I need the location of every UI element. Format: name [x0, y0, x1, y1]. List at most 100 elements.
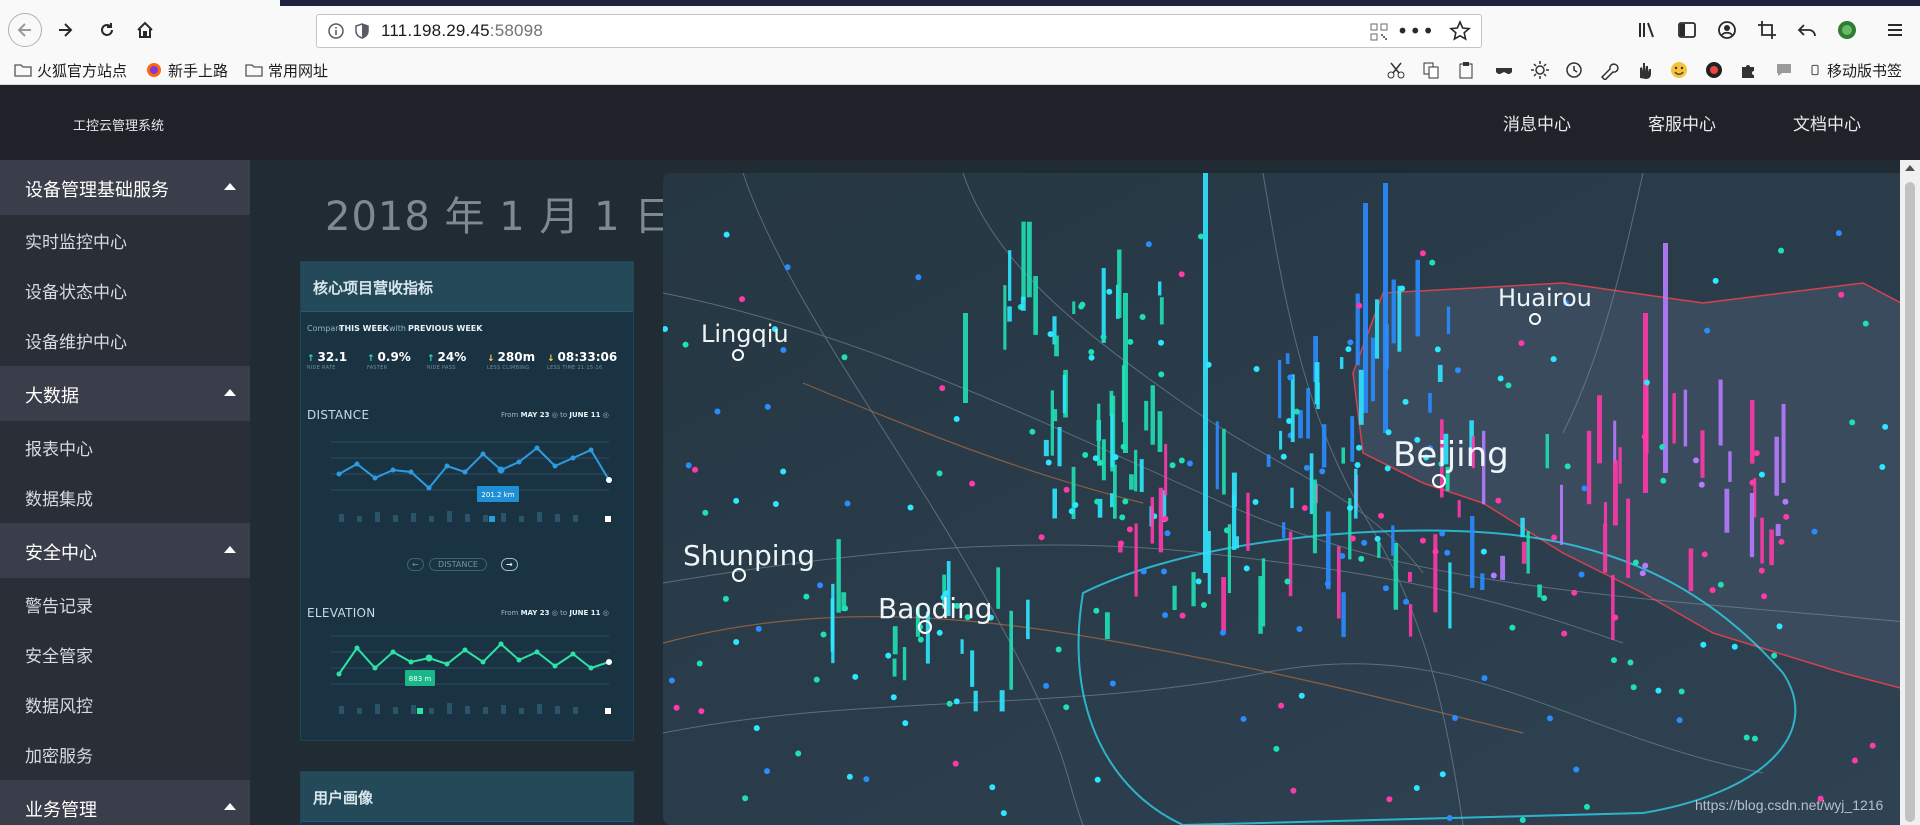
map-bar [1350, 416, 1355, 462]
map-dot [1612, 614, 1619, 621]
copy-icon[interactable] [1421, 60, 1441, 80]
nav-message-center[interactable]: 消息中心 [1503, 110, 1571, 135]
map-dot [1356, 302, 1363, 309]
scrollbar-thumb[interactable] [1905, 182, 1915, 822]
distance-range[interactable]: From MAY 23 ◎ to JUNE 11 ◎ [501, 411, 609, 419]
elevation-title: ELEVATION [307, 606, 376, 620]
sidebar-item-security-manager[interactable]: 安全管家 [25, 642, 93, 667]
panel-header: 用户画像 [301, 772, 633, 822]
sidebar-item-encryption[interactable]: 加密服务 [25, 742, 93, 767]
back-icon[interactable] [8, 13, 42, 47]
map-dot [1158, 339, 1165, 346]
map-bar [1215, 421, 1219, 490]
menu-icon[interactable] [1884, 19, 1906, 41]
map-dot [1178, 271, 1185, 278]
sidebar-item-device-maintenance[interactable]: 设备维护中心 [25, 328, 127, 353]
sidebar-item-reports[interactable]: 报表中心 [25, 435, 93, 460]
sidebar-item-realtime-monitor[interactable]: 实时监控中心 [25, 228, 127, 253]
map-bar [1203, 173, 1208, 573]
map-bar [1618, 447, 1622, 484]
this-week-select[interactable]: THIS WEEK [339, 324, 389, 333]
home-icon[interactable] [128, 13, 162, 47]
map-dot [1704, 327, 1711, 334]
map-dot [1179, 612, 1186, 619]
with-label: with [389, 324, 406, 333]
sidebar-toggle-icon[interactable] [1676, 19, 1698, 41]
history-icon[interactable] [1564, 60, 1584, 80]
undo-icon[interactable] [1796, 19, 1818, 41]
map-dot [668, 677, 675, 684]
bookmark-item[interactable]: 新手上路 [145, 58, 228, 82]
page-actions-icon[interactable]: ••• [1397, 19, 1435, 43]
wrench-icon[interactable] [1599, 60, 1619, 82]
map-bar [973, 690, 978, 712]
map-dot [1541, 595, 1548, 602]
bookmark-item[interactable]: 常用网址 [245, 58, 328, 82]
sidebar-item-device-status[interactable]: 设备状态中心 [25, 278, 127, 303]
sidebar-item-data-risk[interactable]: 数据风控 [25, 692, 93, 717]
scissors-icon[interactable] [1386, 60, 1406, 80]
reload-icon[interactable] [90, 13, 124, 47]
map-bar [1021, 221, 1026, 301]
sidebar-section-bigdata[interactable]: 大数据 [0, 366, 250, 421]
previous-week-select[interactable]: PREVIOUS WEEK [408, 324, 482, 333]
map-bar [1663, 243, 1668, 473]
crop-screenshot-icon[interactable] [1756, 19, 1778, 41]
map-bar [892, 626, 898, 655]
url-bar[interactable]: 111.198.29.45:58098 ••• [316, 14, 1482, 48]
sidebar-item-alert-log[interactable]: 警告记录 [25, 592, 93, 617]
forward-icon[interactable] [48, 13, 82, 47]
map-dot [1384, 465, 1391, 472]
info-icon[interactable] [327, 22, 345, 40]
bookmark-item[interactable]: 火狐官方站点 [14, 58, 127, 82]
color-picker-icon[interactable] [1704, 60, 1724, 80]
map-bar [1009, 610, 1014, 690]
url-text[interactable]: 111.198.29.45:58098 [381, 21, 543, 41]
map-dot [1505, 382, 1512, 389]
distance-selector[interactable]: DISTANCE [429, 558, 487, 571]
brightness-icon[interactable] [1530, 60, 1550, 80]
map-bar [1374, 299, 1380, 359]
map-bar [1043, 439, 1049, 457]
nav-service-center[interactable]: 客服中心 [1648, 110, 1716, 135]
map-dot [1581, 485, 1588, 492]
account-icon[interactable] [1716, 19, 1738, 41]
sidebar-section-security[interactable]: 安全中心 [0, 523, 250, 578]
elevation-range[interactable]: From MAY 23 ◎ to JUNE 11 ◎ [501, 609, 609, 617]
next-arrow-icon[interactable]: → [501, 558, 518, 571]
nav-docs-center[interactable]: 文档中心 [1793, 110, 1861, 135]
bookmark-star-icon[interactable] [1449, 20, 1471, 42]
sidebar-item-data-integration[interactable]: 数据集成 [25, 485, 93, 510]
sidebar-section-device-mgmt[interactable]: 设备管理基础服务 [0, 160, 250, 215]
map-dot [1778, 538, 1785, 545]
shield-icon[interactable] [353, 22, 371, 40]
user-profile-panel: 用户画像 [300, 771, 634, 825]
clipboard-icon[interactable] [1456, 60, 1476, 80]
scroll-up-icon[interactable] [1905, 165, 1915, 171]
compare-label: Compare [307, 324, 344, 333]
page-scrollbar[interactable] [1900, 160, 1920, 825]
hand-icon[interactable] [1634, 60, 1654, 80]
chat-icon[interactable] [1774, 60, 1794, 80]
sidebar-section-business[interactable]: 业务管理 [0, 780, 250, 825]
map-dot [1094, 498, 1101, 505]
map-bar [1110, 414, 1114, 468]
mobile-bookmarks[interactable]: 移动版书签 [1810, 58, 1902, 82]
map-dot [1869, 742, 1876, 749]
map-dot [1642, 562, 1649, 569]
map-dot [852, 673, 859, 680]
map-bar [1306, 388, 1310, 439]
extension-globe-icon[interactable] [1836, 19, 1858, 41]
mask-icon[interactable] [1494, 60, 1514, 80]
qr-code-icon[interactable] [1369, 22, 1389, 42]
map-dot [1063, 486, 1070, 493]
puzzle-icon[interactable] [1739, 60, 1759, 80]
beijing-3d-map[interactable]: Lingqiu Huairou Beijing Shunping Baoding [663, 173, 1920, 825]
map-dot [1088, 354, 1095, 361]
sidebar-section-label: 设备管理基础服务 [25, 180, 169, 201]
library-icon[interactable] [1636, 19, 1658, 41]
prev-arrow-icon[interactable]: ← [407, 558, 424, 571]
map-dot [772, 500, 779, 507]
emoji-icon[interactable] [1669, 60, 1689, 80]
map-dot [795, 750, 802, 757]
